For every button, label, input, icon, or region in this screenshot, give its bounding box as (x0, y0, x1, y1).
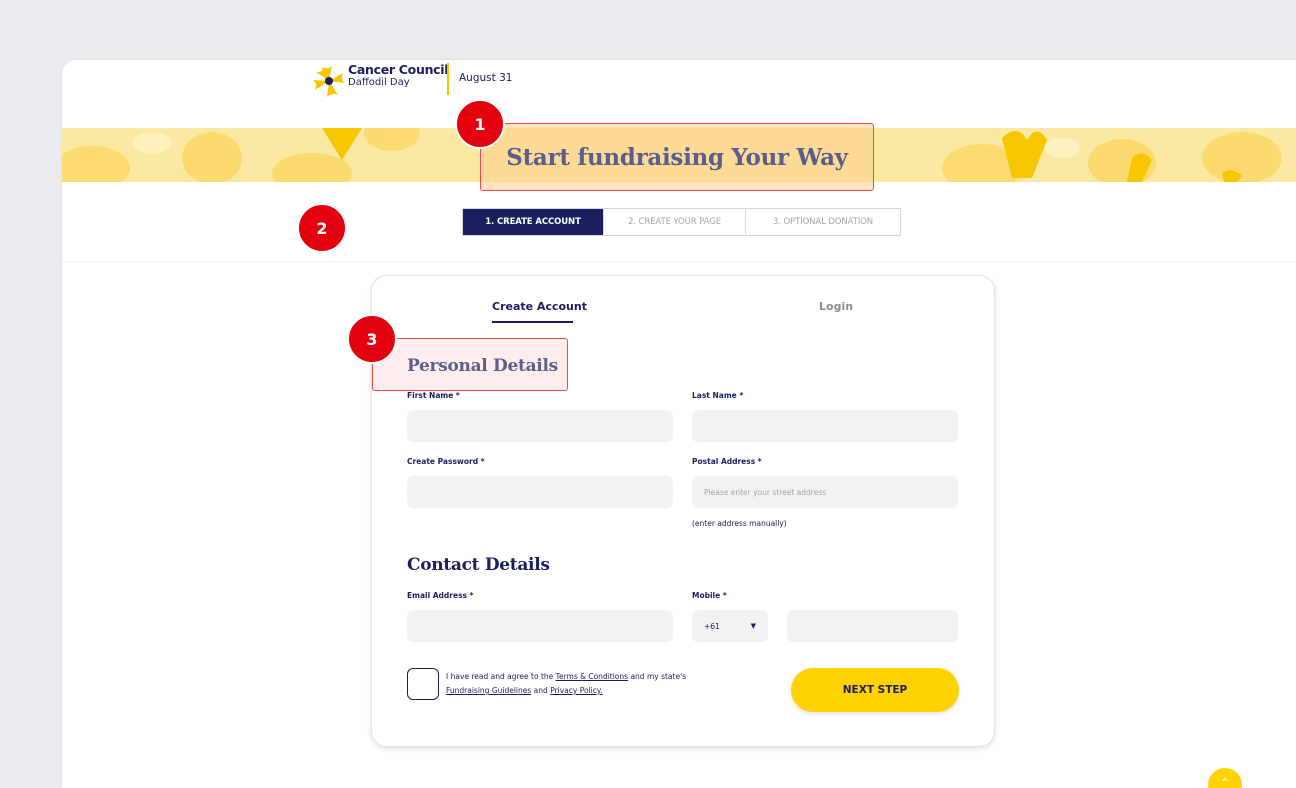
postal-address-label: Postal Address * (692, 457, 762, 466)
step-optional-donation[interactable]: 3. OPTIONAL DONATION (745, 209, 900, 235)
logo-subtitle: Daffodil Day (348, 76, 410, 88)
password-field[interactable] (407, 476, 673, 508)
cancer-council-logo[interactable]: Cancer Council Daffodil Day (312, 62, 449, 98)
daffodil-logo-icon (313, 66, 345, 97)
site-header: Cancer Council Daffodil Day August 31 (62, 60, 1296, 128)
contact-details-heading: Contact Details (407, 555, 550, 575)
email-field[interactable] (407, 610, 673, 642)
enter-address-manually-link[interactable]: (enter address manually) (692, 519, 787, 528)
chevron-down-icon: ▼ (750, 622, 756, 630)
last-name-label: Last Name * (692, 391, 744, 400)
privacy-policy-link[interactable]: Privacy Policy. (550, 686, 602, 695)
annotation-marker-2: 2 (297, 203, 347, 253)
chevron-up-icon: ⌃ (1219, 776, 1231, 788)
mobile-number-field[interactable] (787, 610, 958, 642)
progress-stepper: 1. CREATE ACCOUNT 2. CREATE YOUR PAGE 3.… (462, 208, 901, 236)
country-code-value: +61 (704, 621, 720, 631)
tab-create-account[interactable]: Create Account (492, 300, 587, 313)
step-create-account[interactable]: 1. CREATE ACCOUNT (463, 209, 603, 235)
event-date: August 31 (459, 72, 513, 84)
agree-terms-checkbox[interactable] (407, 668, 439, 700)
postal-address-field[interactable] (692, 476, 958, 508)
page-container: Cancer Council Daffodil Day August 31 St… (62, 60, 1296, 788)
country-code-select[interactable]: +61 ▼ (692, 610, 768, 642)
section-divider (62, 261, 1296, 262)
first-name-field[interactable] (407, 410, 673, 442)
mobile-label: Mobile * (692, 591, 727, 600)
tab-login[interactable]: Login (819, 300, 853, 313)
consent-text: I have read and agree to the Terms & Con… (446, 670, 706, 698)
header-divider (447, 63, 449, 95)
last-name-field[interactable] (692, 410, 958, 442)
personal-details-heading: Personal Details (407, 356, 558, 376)
first-name-label: First Name * (407, 391, 460, 400)
registration-form-card: Create Account Login Personal Details Fi… (371, 275, 995, 747)
step-create-your-page[interactable]: 2. CREATE YOUR PAGE (603, 209, 745, 235)
logo-title: Cancer Council (348, 62, 449, 77)
create-password-label: Create Password * (407, 457, 485, 466)
annotation-marker-3: 3 (347, 314, 397, 364)
next-step-button[interactable]: NEXT STEP (791, 668, 959, 712)
active-tab-indicator (492, 321, 573, 323)
consent-text-part: I have read and agree to the (446, 672, 556, 681)
terms-conditions-link[interactable]: Terms & Conditions (556, 672, 628, 681)
email-address-label: Email Address * (407, 591, 474, 600)
consent-text-part: and (531, 686, 551, 695)
consent-text-part: and my state's (628, 672, 687, 681)
fundraising-guidelines-link[interactable]: Fundraising Guidelines (446, 686, 531, 695)
page-title: Start fundraising Your Way (480, 123, 874, 191)
annotation-marker-1: 1 (455, 99, 505, 149)
page-title-text: Start fundraising Your Way (506, 143, 848, 171)
